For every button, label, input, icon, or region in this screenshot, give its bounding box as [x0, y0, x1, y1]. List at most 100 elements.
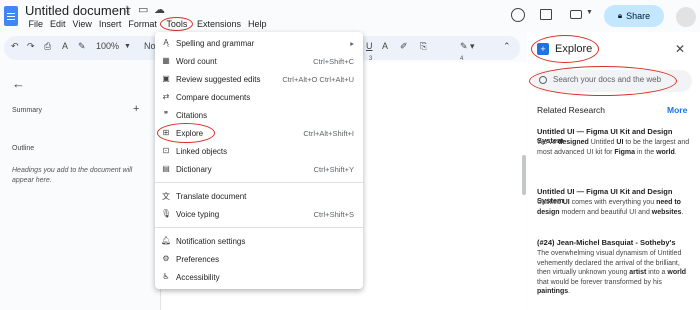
ruler-mark: 4	[460, 56, 464, 62]
google-docs-window: Untitled document ☆ ▭ ☁ File Edit View I…	[0, 0, 700, 310]
menu-item-label: Spelling and grammar	[176, 39, 255, 48]
spell-check-icon: Ą	[163, 38, 169, 47]
menu-item-translate[interactable]: 文 Translate document	[155, 188, 363, 206]
print-icon[interactable]: ⎙	[44, 41, 51, 52]
ruler-mark: 3	[369, 56, 373, 62]
menu-edit[interactable]: Edit	[47, 19, 70, 31]
menu-item-label: Citations	[176, 111, 208, 120]
word-count-icon: ▦	[162, 56, 170, 65]
menu-item-label: Review suggested edits	[176, 75, 261, 84]
menu-item-compare-documents[interactable]: ⇄ Compare documents	[155, 89, 363, 107]
result-title[interactable]: (#24) Jean-Michel Basquiat - Sotheby's	[537, 238, 692, 247]
citation-icon: ❞	[163, 110, 169, 119]
submenu-arrow-icon: ▸	[350, 39, 354, 48]
outline-hint: Headings you add to the document will ap…	[12, 167, 133, 184]
ruler: 3 4	[360, 56, 520, 64]
preferences-icon: ⚙	[162, 254, 170, 263]
menu-item-label: Compare documents	[176, 93, 251, 102]
accessibility-icon: ♿︎	[162, 272, 170, 281]
document-title[interactable]: Untitled document	[25, 3, 130, 18]
highlight-icon[interactable]: ✐	[400, 41, 408, 52]
tools-menu: Ą Spelling and grammar ▸ ▦ Word count Ct…	[155, 32, 363, 289]
menu-item-shortcut: Ctrl+Shift+S	[313, 210, 354, 219]
related-research-label: Related Research	[537, 105, 606, 115]
menu-item-label: Linked objects	[176, 147, 228, 156]
style-select[interactable]: No	[144, 41, 156, 51]
menu-file[interactable]: File	[25, 19, 47, 31]
scrollbar[interactable]	[522, 155, 526, 195]
collapse-menus-icon[interactable]: ⌃	[503, 41, 511, 52]
menu-bar: File Edit View Insert Format Tools Exten…	[25, 17, 270, 31]
editing-mode-icon[interactable]: ✎ ▾	[460, 41, 475, 52]
share-label: Share	[626, 11, 651, 21]
menu-item-label: Accessibility	[176, 273, 220, 282]
menu-divider	[155, 182, 363, 183]
cloud-status-icon: ☁	[154, 4, 165, 16]
menu-help[interactable]: Help	[244, 19, 270, 31]
menu-item-label: Voice typing	[176, 210, 220, 219]
add-summary-icon[interactable]: +	[133, 103, 139, 115]
translate-icon: 文	[162, 192, 170, 201]
comments-icon[interactable]	[540, 9, 552, 20]
compare-icon: ⇄	[162, 92, 170, 101]
menu-item-dictionary[interactable]: ▤ Dictionary Ctrl+Shift+Y	[155, 161, 363, 179]
annotation-circle	[531, 35, 599, 63]
lock-icon: 🔒︎	[617, 11, 623, 20]
outline-label: Outline	[12, 145, 35, 152]
back-arrow-icon[interactable]: ←	[12, 76, 25, 91]
result-snippet: We've designed Untitled UI to be the lar…	[537, 139, 690, 156]
zoom-select[interactable]: 100%	[96, 41, 119, 51]
menu-item-word-count[interactable]: ▦ Word count Ctrl+Shift+C	[155, 53, 363, 71]
docs-logo-icon[interactable]	[4, 6, 18, 26]
avatar[interactable]	[676, 7, 696, 27]
annotation-circle	[529, 66, 677, 96]
book-icon: ▤	[162, 164, 170, 173]
menu-item-label: Notification settings	[176, 237, 246, 246]
star-icon[interactable]: ☆	[122, 3, 132, 16]
menu-item-label: Word count	[176, 57, 217, 66]
annotation-circle	[157, 123, 215, 143]
paint-format-icon[interactable]: ✎	[78, 41, 86, 52]
menu-item-shortcut: Ctrl+Alt+O Ctrl+Alt+U	[282, 75, 354, 84]
underline-icon[interactable]: U	[366, 41, 373, 51]
menu-item-preferences[interactable]: ⚙ Preferences	[155, 251, 363, 269]
text-color-icon[interactable]: A	[382, 41, 388, 51]
link-icon: ⊡	[162, 146, 170, 155]
summary-label: Summary	[12, 107, 42, 114]
result-snippet: Untitled UI comes with everything you ne…	[537, 199, 684, 216]
more-link[interactable]: More	[667, 105, 687, 115]
menu-format[interactable]: Format	[125, 19, 161, 31]
menu-item-notification-settings[interactable]: 🔔︎ Notification settings	[155, 233, 363, 251]
redo-icon[interactable]: ↷	[27, 41, 35, 52]
insert-link-icon[interactable]: ⎘	[420, 41, 427, 52]
menu-item-spelling-grammar[interactable]: Ą Spelling and grammar ▸	[155, 35, 363, 53]
menu-item-shortcut: Ctrl+Shift+C	[313, 57, 354, 66]
menu-item-label: Preferences	[176, 255, 220, 264]
menu-item-shortcut: Ctrl+Shift+Y	[313, 165, 354, 174]
review-icon: ▣	[162, 74, 170, 83]
menu-item-accessibility[interactable]: ♿︎ Accessibility	[155, 269, 363, 287]
bell-icon: 🔔︎	[161, 236, 172, 245]
spellcheck-icon[interactable]: A	[62, 41, 68, 51]
zoom-chevron-icon[interactable]: ▼	[124, 43, 131, 50]
menu-extensions[interactable]: Extensions	[193, 19, 244, 31]
menu-divider	[155, 227, 363, 228]
chevron-down-icon[interactable]: ▼	[586, 9, 593, 16]
menu-view[interactable]: View	[69, 19, 95, 31]
menu-insert[interactable]: Insert	[95, 19, 125, 31]
move-folder-icon[interactable]: ▭	[138, 3, 148, 16]
menu-item-review-edits[interactable]: ▣ Review suggested edits Ctrl+Alt+O Ctrl…	[155, 71, 363, 89]
version-history-icon[interactable]	[511, 8, 525, 22]
menu-tools[interactable]: Tools	[160, 17, 194, 31]
menu-item-label: Dictionary	[176, 165, 212, 174]
close-icon[interactable]: ✕	[675, 42, 685, 56]
menu-item-label: Translate document	[176, 192, 247, 201]
menu-item-linked-objects[interactable]: ⊡ Linked objects	[155, 143, 363, 161]
meet-video-icon[interactable]	[570, 10, 582, 19]
result-snippet: The overwhelming visual dynamism of Unti…	[537, 250, 687, 295]
menu-item-shortcut: Ctrl+Alt+Shift+I	[303, 129, 354, 138]
undo-icon[interactable]: ↶	[11, 41, 19, 52]
mic-icon: 🎙︎	[161, 209, 172, 218]
menu-item-voice-typing[interactable]: 🎙︎ Voice typing Ctrl+Shift+S	[155, 206, 363, 224]
share-button[interactable]: 🔒︎ Share	[604, 5, 664, 27]
